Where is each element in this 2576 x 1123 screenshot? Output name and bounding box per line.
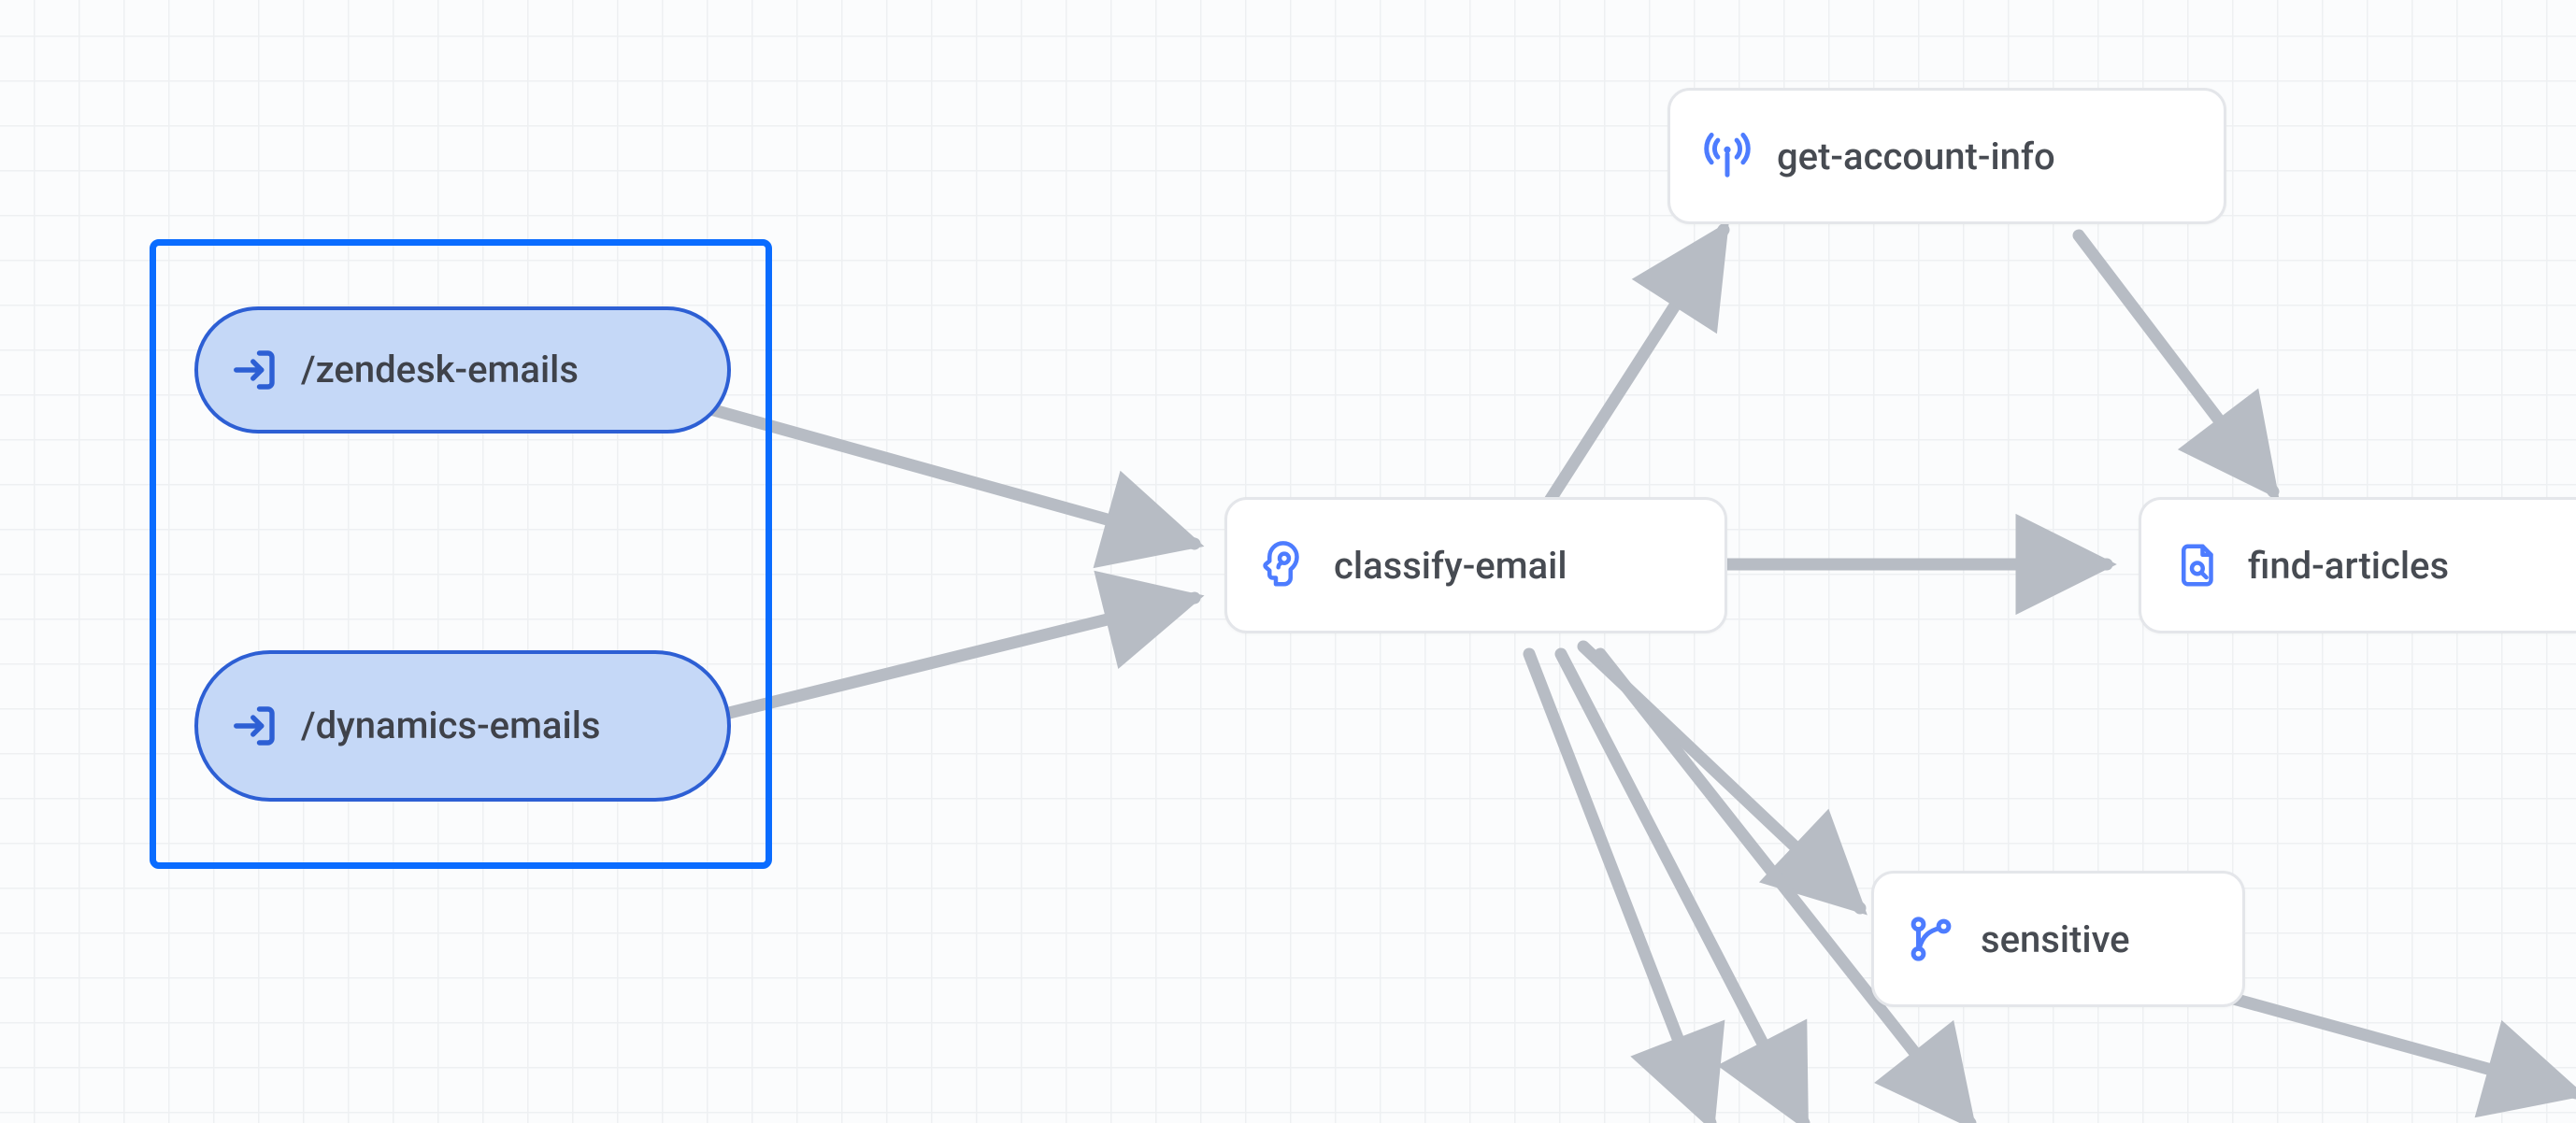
branch-icon [1906, 914, 1956, 964]
step-node-label: get-account-info [1777, 135, 2055, 178]
step-node-get-account-info[interactable]: get-account-info [1667, 88, 2226, 224]
input-node-label: /zendesk-emails [301, 348, 579, 391]
input-node-zendesk[interactable]: /zendesk-emails [194, 306, 731, 434]
step-node-label: sensitive [1981, 917, 2130, 961]
antenna-icon [1702, 131, 1753, 181]
edge-dynamics-classify [710, 598, 1195, 718]
input-node-dynamics[interactable]: /dynamics-emails [194, 650, 731, 802]
step-node-sensitive[interactable]: sensitive [1871, 871, 2245, 1007]
edge-classify-bottom1 [1529, 654, 1710, 1123]
edge-zendesk-classify [710, 409, 1195, 544]
input-node-label: /dynamics-emails [301, 704, 600, 747]
step-node-find-articles[interactable]: find-articles [2139, 497, 2576, 633]
workflow-canvas[interactable]: /zendesk-emails /dynamics-emails classif… [0, 0, 2576, 1123]
edge-account-articles [2079, 235, 2273, 491]
edge-classify-bottom2 [1561, 654, 1804, 1123]
input-arrow-icon [230, 701, 280, 751]
step-node-label: find-articles [2248, 544, 2449, 588]
step-node-label: classify-email [1334, 544, 1567, 588]
edge-classify-sensitive [1583, 647, 1860, 908]
file-search-icon [2173, 540, 2224, 590]
brain-head-icon [1259, 540, 1309, 590]
edge-classify-account [1538, 230, 1724, 519]
input-arrow-icon [230, 345, 280, 395]
edge-sensitive-right [2230, 998, 2576, 1093]
step-node-classify-email[interactable]: classify-email [1224, 497, 1727, 633]
